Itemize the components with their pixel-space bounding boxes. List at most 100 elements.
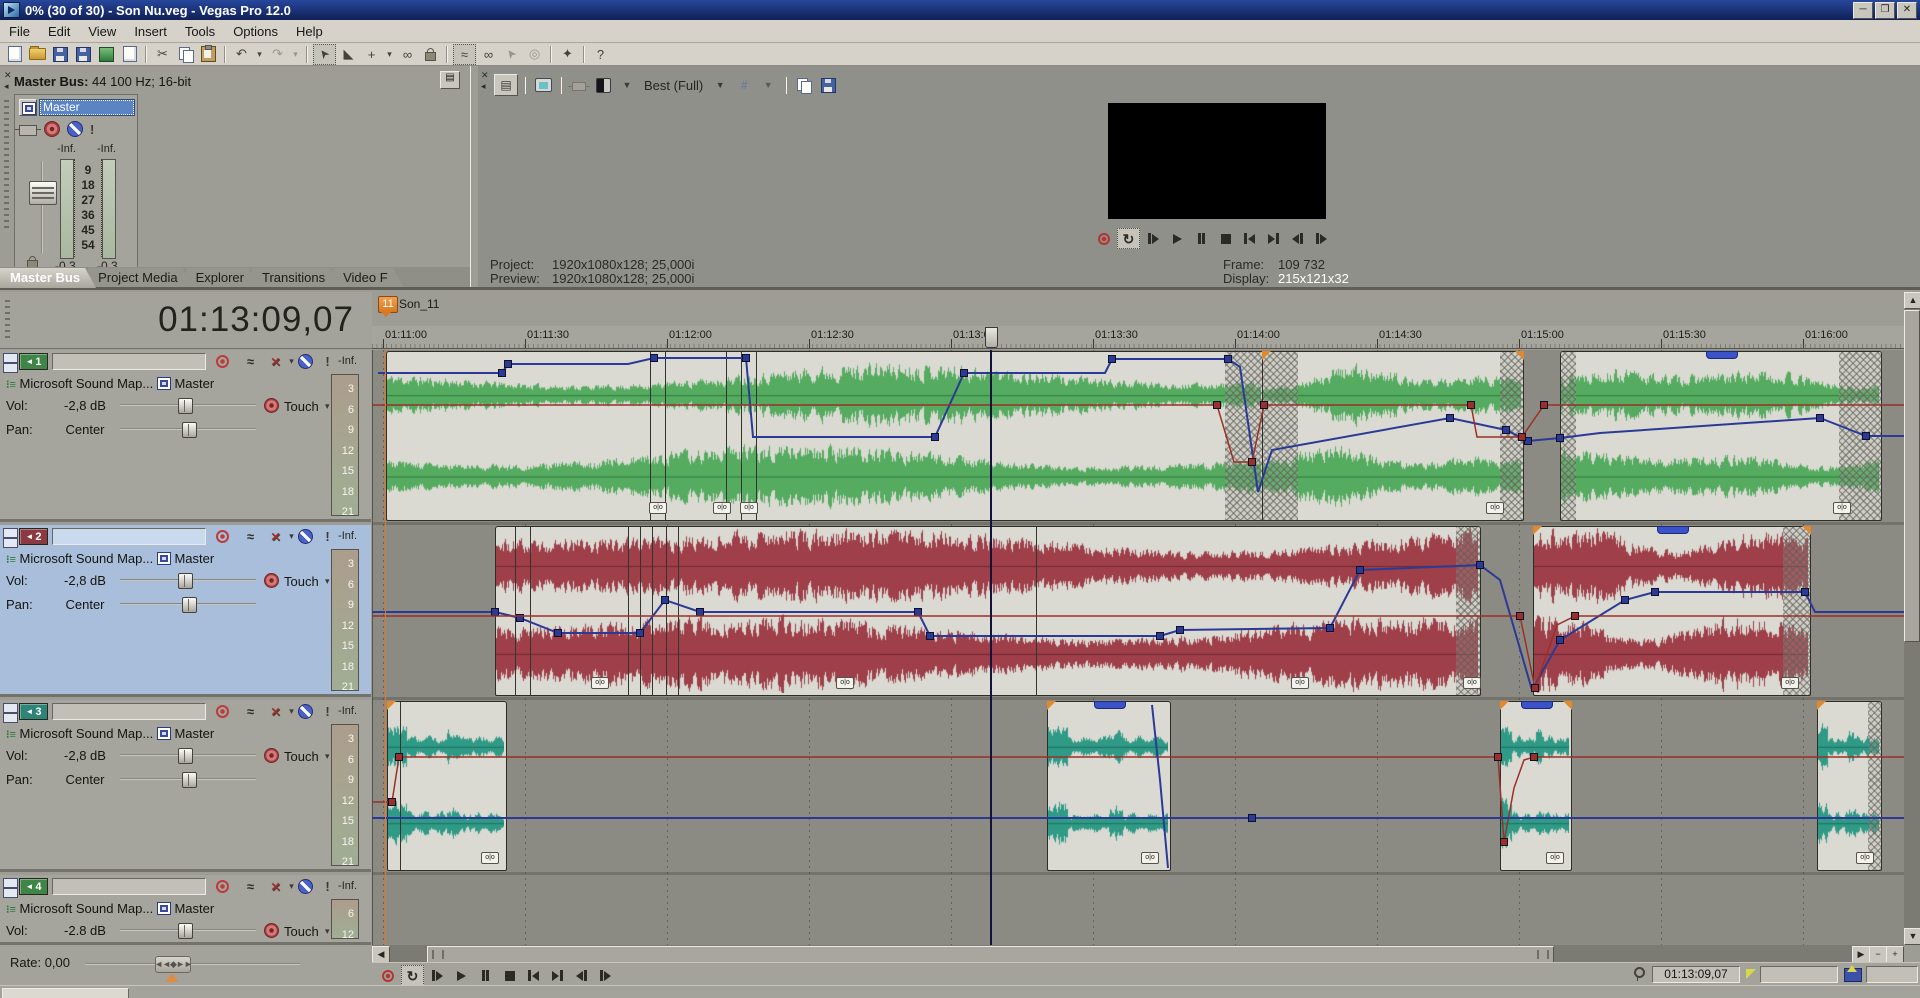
- horizontal-scrollbar[interactable]: ◀ ▶ − +: [372, 945, 1904, 962]
- solo-button[interactable]: [298, 704, 313, 719]
- scroll-up-button[interactable]: ▲: [1904, 292, 1920, 309]
- master-fader-handle[interactable]: [29, 181, 57, 205]
- next-frame-button[interactable]: [1311, 229, 1332, 248]
- automation-gear-icon[interactable]: [264, 398, 279, 413]
- automation-dropdown[interactable]: ▾: [325, 576, 330, 587]
- mute-dropdown[interactable]: ▾: [284, 879, 299, 894]
- event-fx-icon[interactable]: o|o: [836, 677, 854, 689]
- vertical-scroll-thumb[interactable]: [1904, 310, 1920, 642]
- envelope-edit-tool-icon[interactable]: ◣: [338, 45, 359, 64]
- overlays-dropdown[interactable]: ▼: [757, 75, 779, 95]
- volume-slider-handle[interactable]: [178, 573, 193, 589]
- video-output-fx-icon[interactable]: [568, 75, 590, 95]
- restore-track-button[interactable]: [3, 888, 18, 898]
- bus-assign-button[interactable]: [157, 552, 171, 565]
- menu-item-tools[interactable]: Tools: [176, 22, 224, 41]
- event-grip[interactable]: [1521, 701, 1553, 709]
- fade-out-region[interactable]: [1783, 527, 1810, 695]
- ungroup-events-icon[interactable]: [420, 45, 441, 64]
- redo-dropdown-icon[interactable]: ▾: [290, 45, 301, 64]
- stop-button[interactable]: [1215, 229, 1236, 248]
- mute-button[interactable]: ✕: [268, 354, 283, 369]
- fade-out-region[interactable]: [1500, 352, 1523, 520]
- menu-item-edit[interactable]: Edit: [39, 22, 79, 41]
- invert-phase-button[interactable]: !: [320, 529, 335, 544]
- maximize-button[interactable]: ❐: [1875, 2, 1895, 19]
- cut-icon[interactable]: ✂: [152, 45, 173, 64]
- tab-master-bus[interactable]: Master Bus: [0, 268, 96, 288]
- bus-list-view-button[interactable]: ▤: [440, 71, 460, 89]
- event-fx-icon[interactable]: o|o: [1141, 852, 1159, 864]
- audio-event[interactable]: o|o: [1817, 701, 1882, 871]
- solo-button[interactable]: [298, 879, 313, 894]
- insert-fx-icon[interactable]: [19, 125, 37, 136]
- pan-slider-handle[interactable]: [182, 772, 197, 788]
- previous-frame-button[interactable]: [1287, 229, 1308, 248]
- auto-ripple-icon[interactable]: ➤: [501, 45, 522, 64]
- volume-slider-handle[interactable]: [178, 398, 193, 414]
- cursor-position-field[interactable]: 01:13:09,07: [1652, 966, 1740, 983]
- event-fx-icon[interactable]: o|o: [591, 677, 609, 689]
- event-grip[interactable]: [1706, 351, 1738, 359]
- go-to-start-button[interactable]: [1239, 229, 1260, 248]
- play-from-start-button[interactable]: [1143, 229, 1164, 248]
- new-project-icon[interactable]: [4, 45, 25, 64]
- pause-button[interactable]: [1191, 229, 1212, 248]
- automation-mode-label[interactable]: Touch: [284, 749, 319, 764]
- bus-assign-button[interactable]: [157, 727, 171, 740]
- group-events-icon[interactable]: ∞: [397, 45, 418, 64]
- track-header-4[interactable]: ◄4≈✕▾!-Inf.⁝≡ Microsoft Sound Map... Mas…: [0, 875, 371, 945]
- redo-icon[interactable]: ↷: [267, 45, 288, 64]
- publish-project-icon[interactable]: [73, 45, 94, 64]
- zoom-out-button[interactable]: −: [1869, 946, 1887, 963]
- volume-slider[interactable]: [120, 748, 256, 762]
- audio-event[interactable]: o|o: [1533, 526, 1811, 696]
- tab-project-media[interactable]: Project Media: [88, 268, 193, 288]
- cursor-timecode-display[interactable]: 01:13:09,07: [158, 300, 354, 340]
- go-to-end-button[interactable]: [547, 966, 568, 985]
- paste-icon[interactable]: [198, 45, 219, 64]
- track-name-input[interactable]: [52, 878, 206, 895]
- solo-button[interactable]: [298, 529, 313, 544]
- automation-dropdown[interactable]: ▾: [325, 401, 330, 412]
- event-fx-icon[interactable]: o|o: [1486, 502, 1504, 514]
- master-bus-name-field[interactable]: Master: [39, 99, 135, 116]
- panel-close-icon[interactable]: ✕: [481, 71, 489, 79]
- event-fx-icon[interactable]: o|o: [1833, 502, 1851, 514]
- menu-item-help[interactable]: Help: [287, 22, 332, 41]
- arm-record-button[interactable]: [215, 704, 230, 719]
- invert-phase-button[interactable]: !: [320, 704, 335, 719]
- volume-slider[interactable]: [120, 923, 256, 937]
- dim-output-icon[interactable]: !: [90, 122, 94, 137]
- render-as-icon[interactable]: [96, 45, 117, 64]
- event-grip[interactable]: [1657, 526, 1689, 534]
- project-properties-icon[interactable]: [119, 45, 140, 64]
- mute-dropdown[interactable]: ▾: [284, 529, 299, 544]
- tab-explorer[interactable]: Explorer: [186, 268, 260, 288]
- fade-in-region[interactable]: [1263, 352, 1298, 520]
- automation-settings-icon[interactable]: [44, 121, 60, 137]
- panel-undock-icon[interactable]: ◂: [481, 82, 486, 90]
- automation-dropdown[interactable]: ▾: [325, 751, 330, 762]
- fade-out-region[interactable]: [1225, 352, 1263, 520]
- playhead-cursor[interactable]: [990, 350, 992, 945]
- play-button[interactable]: [451, 966, 472, 985]
- restore-track-button[interactable]: [3, 363, 18, 373]
- restore-track-button[interactable]: [3, 538, 18, 548]
- minimize-track-button[interactable]: [3, 878, 18, 888]
- mute-dropdown[interactable]: ▾: [284, 354, 299, 369]
- selection-end-field[interactable]: [1760, 966, 1838, 983]
- selection-length-field[interactable]: [1866, 966, 1918, 983]
- device-chain-icon[interactable]: ⁝≡: [6, 554, 16, 566]
- event-fx-icon[interactable]: o|o: [1291, 677, 1309, 689]
- volume-slider[interactable]: [120, 573, 256, 587]
- tab-transitions[interactable]: Transitions: [252, 268, 341, 288]
- arm-record-button[interactable]: [215, 529, 230, 544]
- automation-gear-icon[interactable]: [264, 748, 279, 763]
- panel-close-icon[interactable]: ✕: [4, 71, 12, 79]
- copy-snapshot-icon[interactable]: [793, 75, 815, 95]
- selection-edit-tool-icon[interactable]: +: [361, 45, 382, 64]
- external-monitor-icon[interactable]: [532, 75, 554, 95]
- automation-mode-label[interactable]: Touch: [284, 399, 319, 414]
- audio-event[interactable]: o|o: [1262, 351, 1524, 521]
